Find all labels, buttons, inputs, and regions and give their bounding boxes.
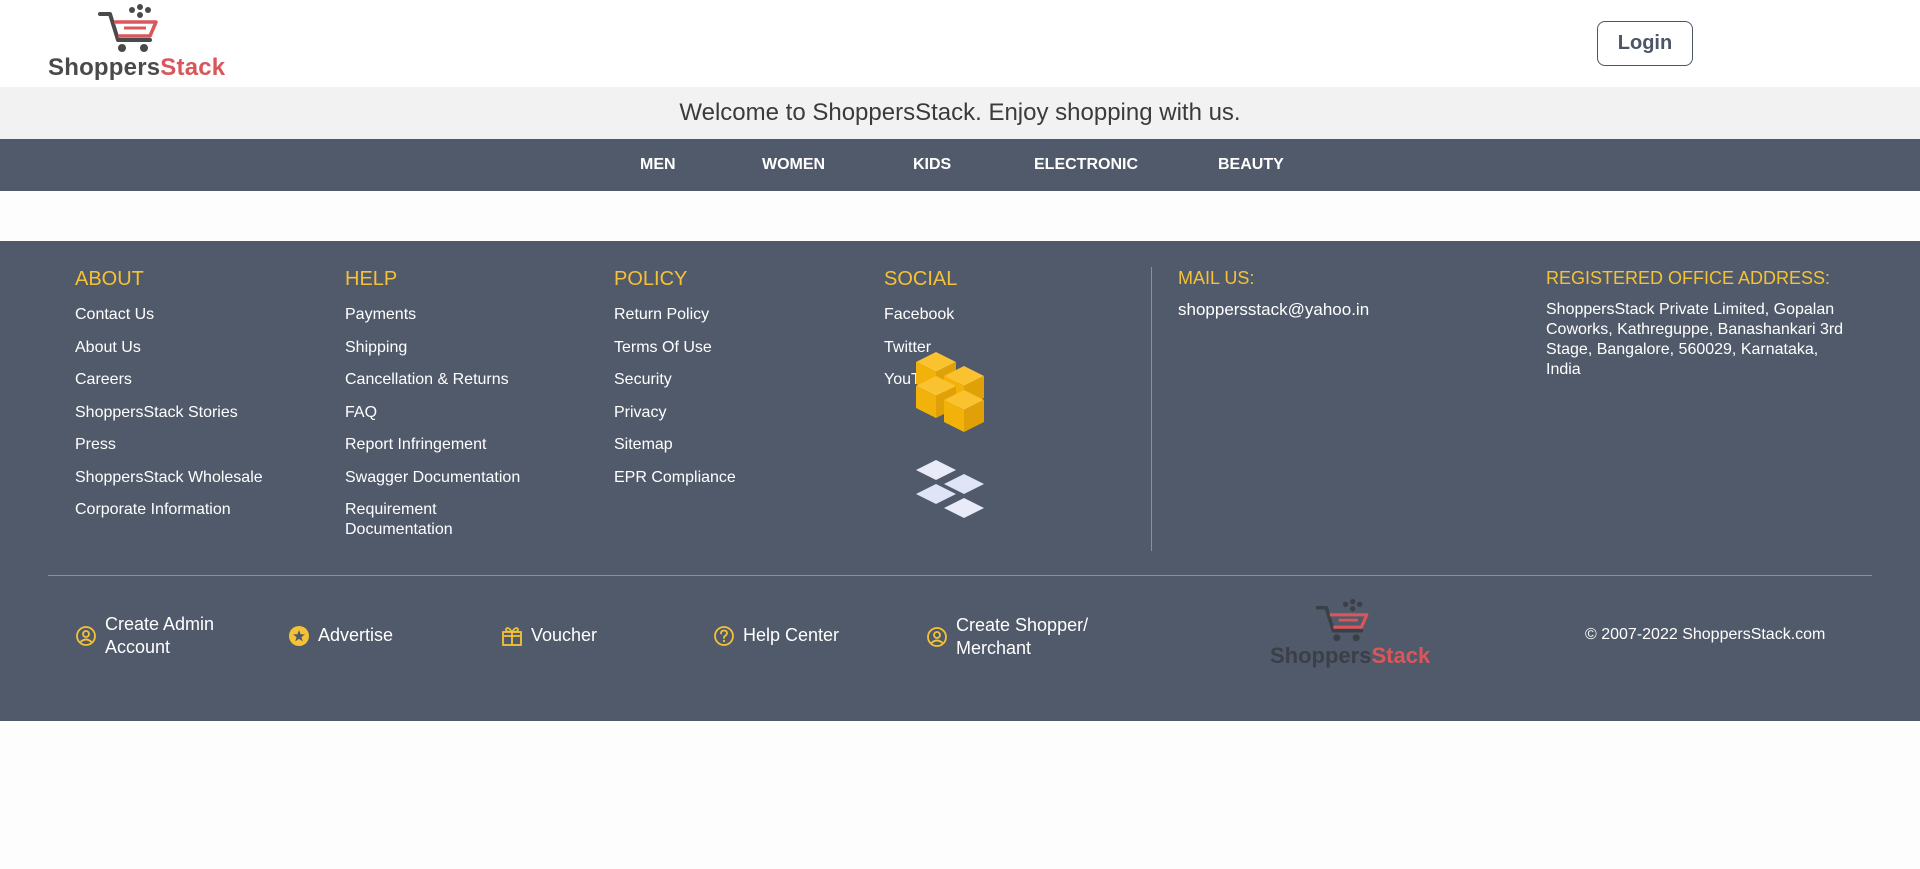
footer-policy-title: POLICY [614, 268, 688, 290]
footer-link-corporate-info[interactable]: Corporate Information [75, 500, 263, 520]
footer-link-payments[interactable]: Payments [345, 305, 520, 325]
footer-link-press[interactable]: Press [75, 435, 263, 455]
welcome-banner: Welcome to ShoppersStack. Enjoy shopping… [0, 87, 1920, 139]
logo-wordmark: ShoppersStack [48, 54, 226, 81]
footer-office-title: REGISTERED OFFICE ADDRESS: [1546, 268, 1831, 288]
footer-policy: POLICY Return Policy Terms Of Use Securi… [614, 267, 736, 500]
footer-social-title: SOCIAL [884, 268, 958, 290]
star-icon [289, 625, 309, 646]
copyright-text: © 2007-2022 ShoppersStack.com [1585, 626, 1826, 643]
cart-logo-icon [1315, 599, 1369, 642]
footer-link-careers[interactable]: Careers [75, 370, 263, 390]
nav-item-men[interactable]: MEN [640, 139, 676, 191]
footer-link-requirement-docs[interactable]: Requirement Documentation [345, 500, 495, 540]
header: ShoppersStack Login [0, 0, 1920, 87]
nav-item-electronic[interactable]: ELECTRONIC [1034, 139, 1138, 191]
footer-link-stories[interactable]: ShoppersStack Stories [75, 403, 263, 423]
page-bottom-area [0, 721, 1920, 869]
user-circle-icon [927, 627, 947, 647]
footer-logo-wordmark: ShoppersStack [1270, 643, 1431, 668]
footer-mail-title: MAIL US: [1178, 268, 1255, 288]
advertise-link[interactable]: Advertise [288, 624, 393, 647]
footer-link-sitemap[interactable]: Sitemap [614, 435, 736, 455]
footer-office-value: ShoppersStack Private Limited, Gopalan C… [1546, 301, 1844, 378]
help-center-link[interactable]: Help Center [713, 624, 839, 647]
footer-link-terms[interactable]: Terms Of Use [614, 338, 736, 358]
footer-office: REGISTERED OFFICE ADDRESS: ShoppersStack… [1546, 267, 1846, 380]
cart-logo-icon [98, 4, 158, 52]
footer-about-title: ABOUT [75, 268, 144, 290]
login-button[interactable]: Login [1597, 21, 1693, 66]
content-area [0, 191, 1920, 241]
footer-link-faq[interactable]: FAQ [345, 403, 520, 423]
footer-link-facebook[interactable]: Facebook [884, 305, 957, 325]
footer-link-contact-us[interactable]: Contact Us [75, 305, 263, 325]
create-admin-account-label: Create Admin Account [105, 614, 215, 657]
footer-link-report-infringement[interactable]: Report Infringement [345, 435, 520, 455]
footer-link-shipping[interactable]: Shipping [345, 338, 520, 358]
user-circle-icon [76, 626, 96, 646]
footer-link-return-policy[interactable]: Return Policy [614, 305, 736, 325]
voucher-link[interactable]: Voucher [501, 624, 597, 647]
footer-link-epr[interactable]: EPR Compliance [614, 468, 736, 488]
footer-help: HELP Payments Shipping Cancellation & Re… [345, 267, 520, 553]
footer-divider-horizontal [48, 575, 1872, 576]
advertise-label: Advertise [318, 625, 394, 645]
voucher-label: Voucher [531, 625, 598, 645]
footer-link-wholesale[interactable]: ShoppersStack Wholesale [75, 468, 263, 488]
loading-spinner-icon [916, 352, 984, 518]
footer-link-about-us[interactable]: About Us [75, 338, 263, 358]
nav-item-women[interactable]: WOMEN [762, 139, 825, 191]
nav-item-beauty[interactable]: BEAUTY [1218, 139, 1284, 191]
footer-link-privacy[interactable]: Privacy [614, 403, 736, 423]
footer-logo[interactable]: ShoppersStack [1270, 599, 1440, 673]
nav-item-kids[interactable]: KIDS [913, 139, 951, 191]
footer-mail: MAIL US: shoppersstack@yahoo.in [1178, 267, 1369, 320]
footer-about: ABOUT Contact Us About Us Careers Shoppe… [75, 267, 263, 533]
question-circle-icon [714, 625, 734, 646]
footer-link-cancellation[interactable]: Cancellation & Returns [345, 370, 520, 390]
help-center-label: Help Center [743, 625, 840, 645]
create-shopper-merchant-link[interactable]: Create Shopper/ Merchant [926, 614, 1116, 660]
welcome-text: Welcome to ShoppersStack. Enjoy shopping… [679, 99, 1241, 126]
create-shopper-merchant-label: Create Shopper/ Merchant [956, 615, 1089, 658]
footer-help-title: HELP [345, 268, 398, 290]
gift-icon [502, 626, 522, 646]
footer-mail-value[interactable]: shoppersstack@yahoo.in [1178, 300, 1369, 320]
footer-divider-vertical [1151, 267, 1152, 551]
footer-link-swagger-docs[interactable]: Swagger Documentation [345, 468, 520, 488]
category-nav: MEN WOMEN KIDS ELECTRONIC BEAUTY [0, 139, 1920, 191]
create-admin-account-link[interactable]: Create Admin Account [75, 613, 225, 659]
footer-link-security[interactable]: Security [614, 370, 736, 390]
logo[interactable]: ShoppersStack [48, 4, 238, 84]
